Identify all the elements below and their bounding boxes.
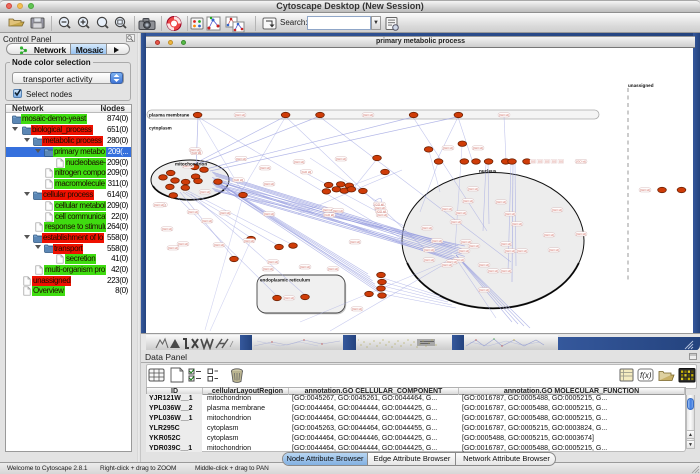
svg-text:f(x): f(x) [640, 371, 652, 380]
svg-text:[GO id]: [GO id] [202, 219, 212, 223]
svg-text:[GO id]: [GO id] [200, 190, 210, 194]
svg-text:[GO id]: [GO id] [244, 239, 254, 243]
svg-text:mitochondrion: mitochondrion [175, 162, 207, 167]
svg-text:[GO id]: [GO id] [424, 248, 434, 252]
svg-text:[GO id]: [GO id] [220, 211, 230, 215]
svg-text:endoplasmic reticulum: endoplasmic reticulum [260, 278, 310, 283]
svg-text:[GO id]: [GO id] [284, 296, 294, 300]
svg-text:[GO id]: [GO id] [168, 246, 178, 250]
svg-text:[GO id]: [GO id] [499, 113, 509, 117]
svg-text:[GO id]: [GO id] [442, 207, 452, 211]
svg-text:[GO id]: [GO id] [235, 113, 245, 117]
svg-text:[GO id]: [GO id] [549, 248, 559, 252]
svg-text:[GO id]: [GO id] [300, 265, 310, 269]
svg-text:[GO id]: [GO id] [517, 249, 527, 253]
svg-text:[GO id]: [GO id] [442, 263, 452, 267]
svg-text:[GO id]: [GO id] [459, 249, 469, 253]
svg-text:[GO id]: [GO id] [323, 208, 333, 212]
svg-text:[GO id]: [GO id] [552, 208, 562, 212]
svg-text:cytoplasm: cytoplasm [149, 126, 172, 131]
svg-text:[GO id]: [GO id] [473, 146, 483, 150]
svg-text:[GO id]: [GO id] [352, 307, 362, 311]
svg-text:nucleus: nucleus [479, 169, 497, 174]
svg-text:[GO id]: [GO id] [468, 187, 478, 191]
svg-text:[GO id]: [GO id] [236, 157, 246, 161]
svg-text:[GO id]: [GO id] [479, 263, 489, 267]
svg-text:[GO id]: [GO id] [154, 203, 164, 207]
svg-text:[GO id]: [GO id] [544, 233, 554, 237]
svg-text:[GO id]: [GO id] [325, 213, 335, 217]
svg-text:[GO id]: [GO id] [576, 160, 586, 164]
svg-text:[GO id]: [GO id] [456, 211, 466, 215]
svg-text:[GO id]: [GO id] [505, 249, 515, 253]
svg-text:[GO id]: [GO id] [432, 239, 442, 243]
svg-text:[GO id]: [GO id] [328, 267, 338, 271]
svg-text:[GO id]: [GO id] [333, 209, 343, 213]
svg-text:[GO id]: [GO id] [488, 269, 498, 273]
svg-text:[GO id]: [GO id] [501, 269, 511, 273]
svg-text:[GO id]: [GO id] [640, 188, 650, 192]
svg-text:[GO id]: [GO id] [576, 232, 586, 236]
svg-text:[GO id]: [GO id] [496, 200, 506, 204]
svg-text:[GO id]: [GO id] [463, 199, 473, 203]
svg-text:[GO id]: [GO id] [469, 244, 479, 248]
svg-text:[GO id]: [GO id] [263, 267, 273, 271]
svg-text:[GO id]: [GO id] [302, 170, 312, 174]
svg-text:[GO id]: [GO id] [363, 113, 373, 117]
svg-text:[GO id]: [GO id] [188, 210, 198, 214]
svg-text:[GO id]: [GO id] [424, 258, 434, 262]
svg-text:[GO id]: [GO id] [451, 220, 461, 224]
svg-text:[GO id]: [GO id] [501, 242, 511, 246]
svg-text:[GO id]: [GO id] [190, 148, 200, 152]
svg-text:[GO id]: [GO id] [162, 227, 172, 231]
svg-text:[GO id]: [GO id] [234, 178, 244, 182]
svg-text:[GO id]: [GO id] [264, 212, 274, 216]
svg-text:[GO id]: [GO id] [512, 222, 522, 226]
svg-text:[GO id]: [GO id] [461, 240, 471, 244]
svg-text:[GO id]: [GO id] [268, 260, 278, 264]
svg-text:[GO id]: [GO id] [294, 160, 304, 164]
svg-text:[GO id]: [GO id] [214, 243, 224, 247]
svg-text:[GO id]: [GO id] [260, 166, 270, 170]
svg-text:[GO id]: [GO id] [264, 182, 274, 186]
svg-text:[GO id]: [GO id] [422, 226, 432, 230]
svg-text:plasma membrane: plasma membrane [149, 113, 190, 118]
svg-text:[GO id]: [GO id] [479, 288, 489, 292]
svg-text:[GO id]: [GO id] [377, 213, 387, 217]
svg-text:[GO id]: [GO id] [336, 157, 346, 161]
svg-text:[GO id]: [GO id] [350, 240, 360, 244]
svg-text:[GO id]: [GO id] [505, 212, 515, 216]
svg-text:[GO id]: [GO id] [178, 242, 188, 246]
svg-text:[GO id]: [GO id] [443, 146, 453, 150]
svg-text:unassigned: unassigned [628, 83, 654, 88]
